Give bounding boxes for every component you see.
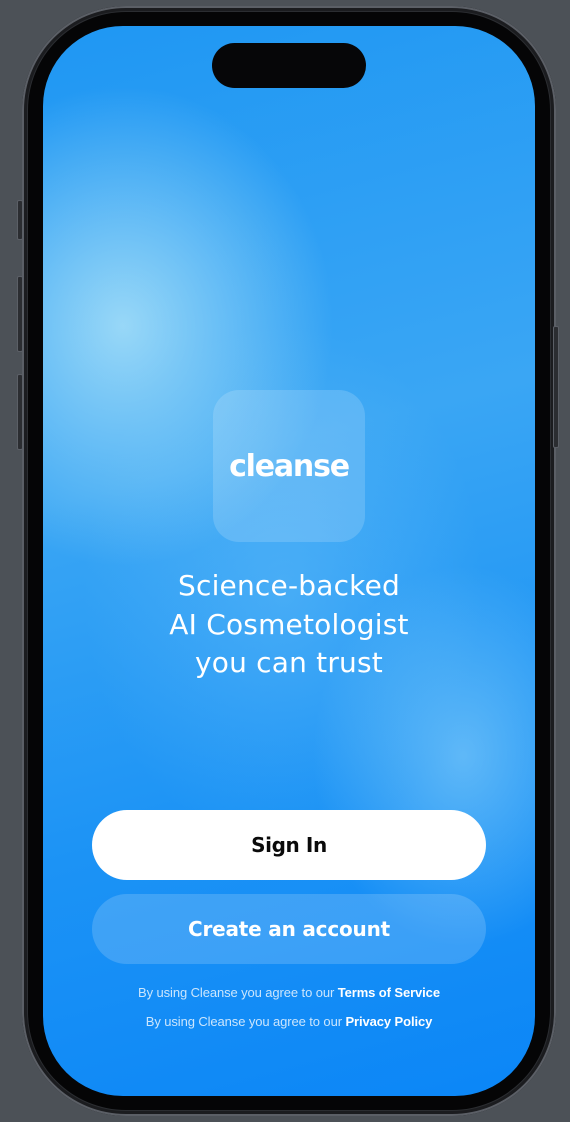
- power-side-button: [553, 326, 559, 448]
- tagline: Science-backed AI Cosmetologist you can …: [63, 567, 515, 683]
- app-logo: cleanse: [213, 390, 365, 542]
- privacy-prefix: By using Cleanse you agree to our: [145, 1014, 342, 1029]
- tagline-line: AI Cosmetologist: [169, 607, 409, 641]
- create-account-label: Create an account: [188, 917, 390, 941]
- terms-of-service-link[interactable]: Terms of Service: [338, 985, 440, 1000]
- action-side-button: [17, 200, 23, 240]
- terms-prefix: By using Cleanse you agree to our: [138, 985, 335, 1000]
- sign-in-label: Sign In: [251, 833, 327, 857]
- privacy-policy-link[interactable]: Privacy Policy: [345, 1014, 432, 1029]
- volume-up-side-button: [17, 276, 23, 352]
- terms-notice: By using Cleanse you agree to our Terms …: [43, 985, 535, 1000]
- create-account-button[interactable]: Create an account: [92, 894, 486, 964]
- tagline-line: Science-backed: [178, 569, 400, 602]
- volume-down-side-button: [17, 374, 23, 450]
- sign-in-button[interactable]: Sign In: [92, 810, 486, 880]
- tagline-line: you can trust: [195, 646, 383, 679]
- privacy-notice: By using Cleanse you agree to our Privac…: [43, 1014, 535, 1029]
- logo-text: cleanse: [229, 448, 350, 484]
- dynamic-island: [212, 43, 366, 88]
- welcome-screen: cleanse Science-backed AI Cosmetologist …: [43, 26, 535, 1096]
